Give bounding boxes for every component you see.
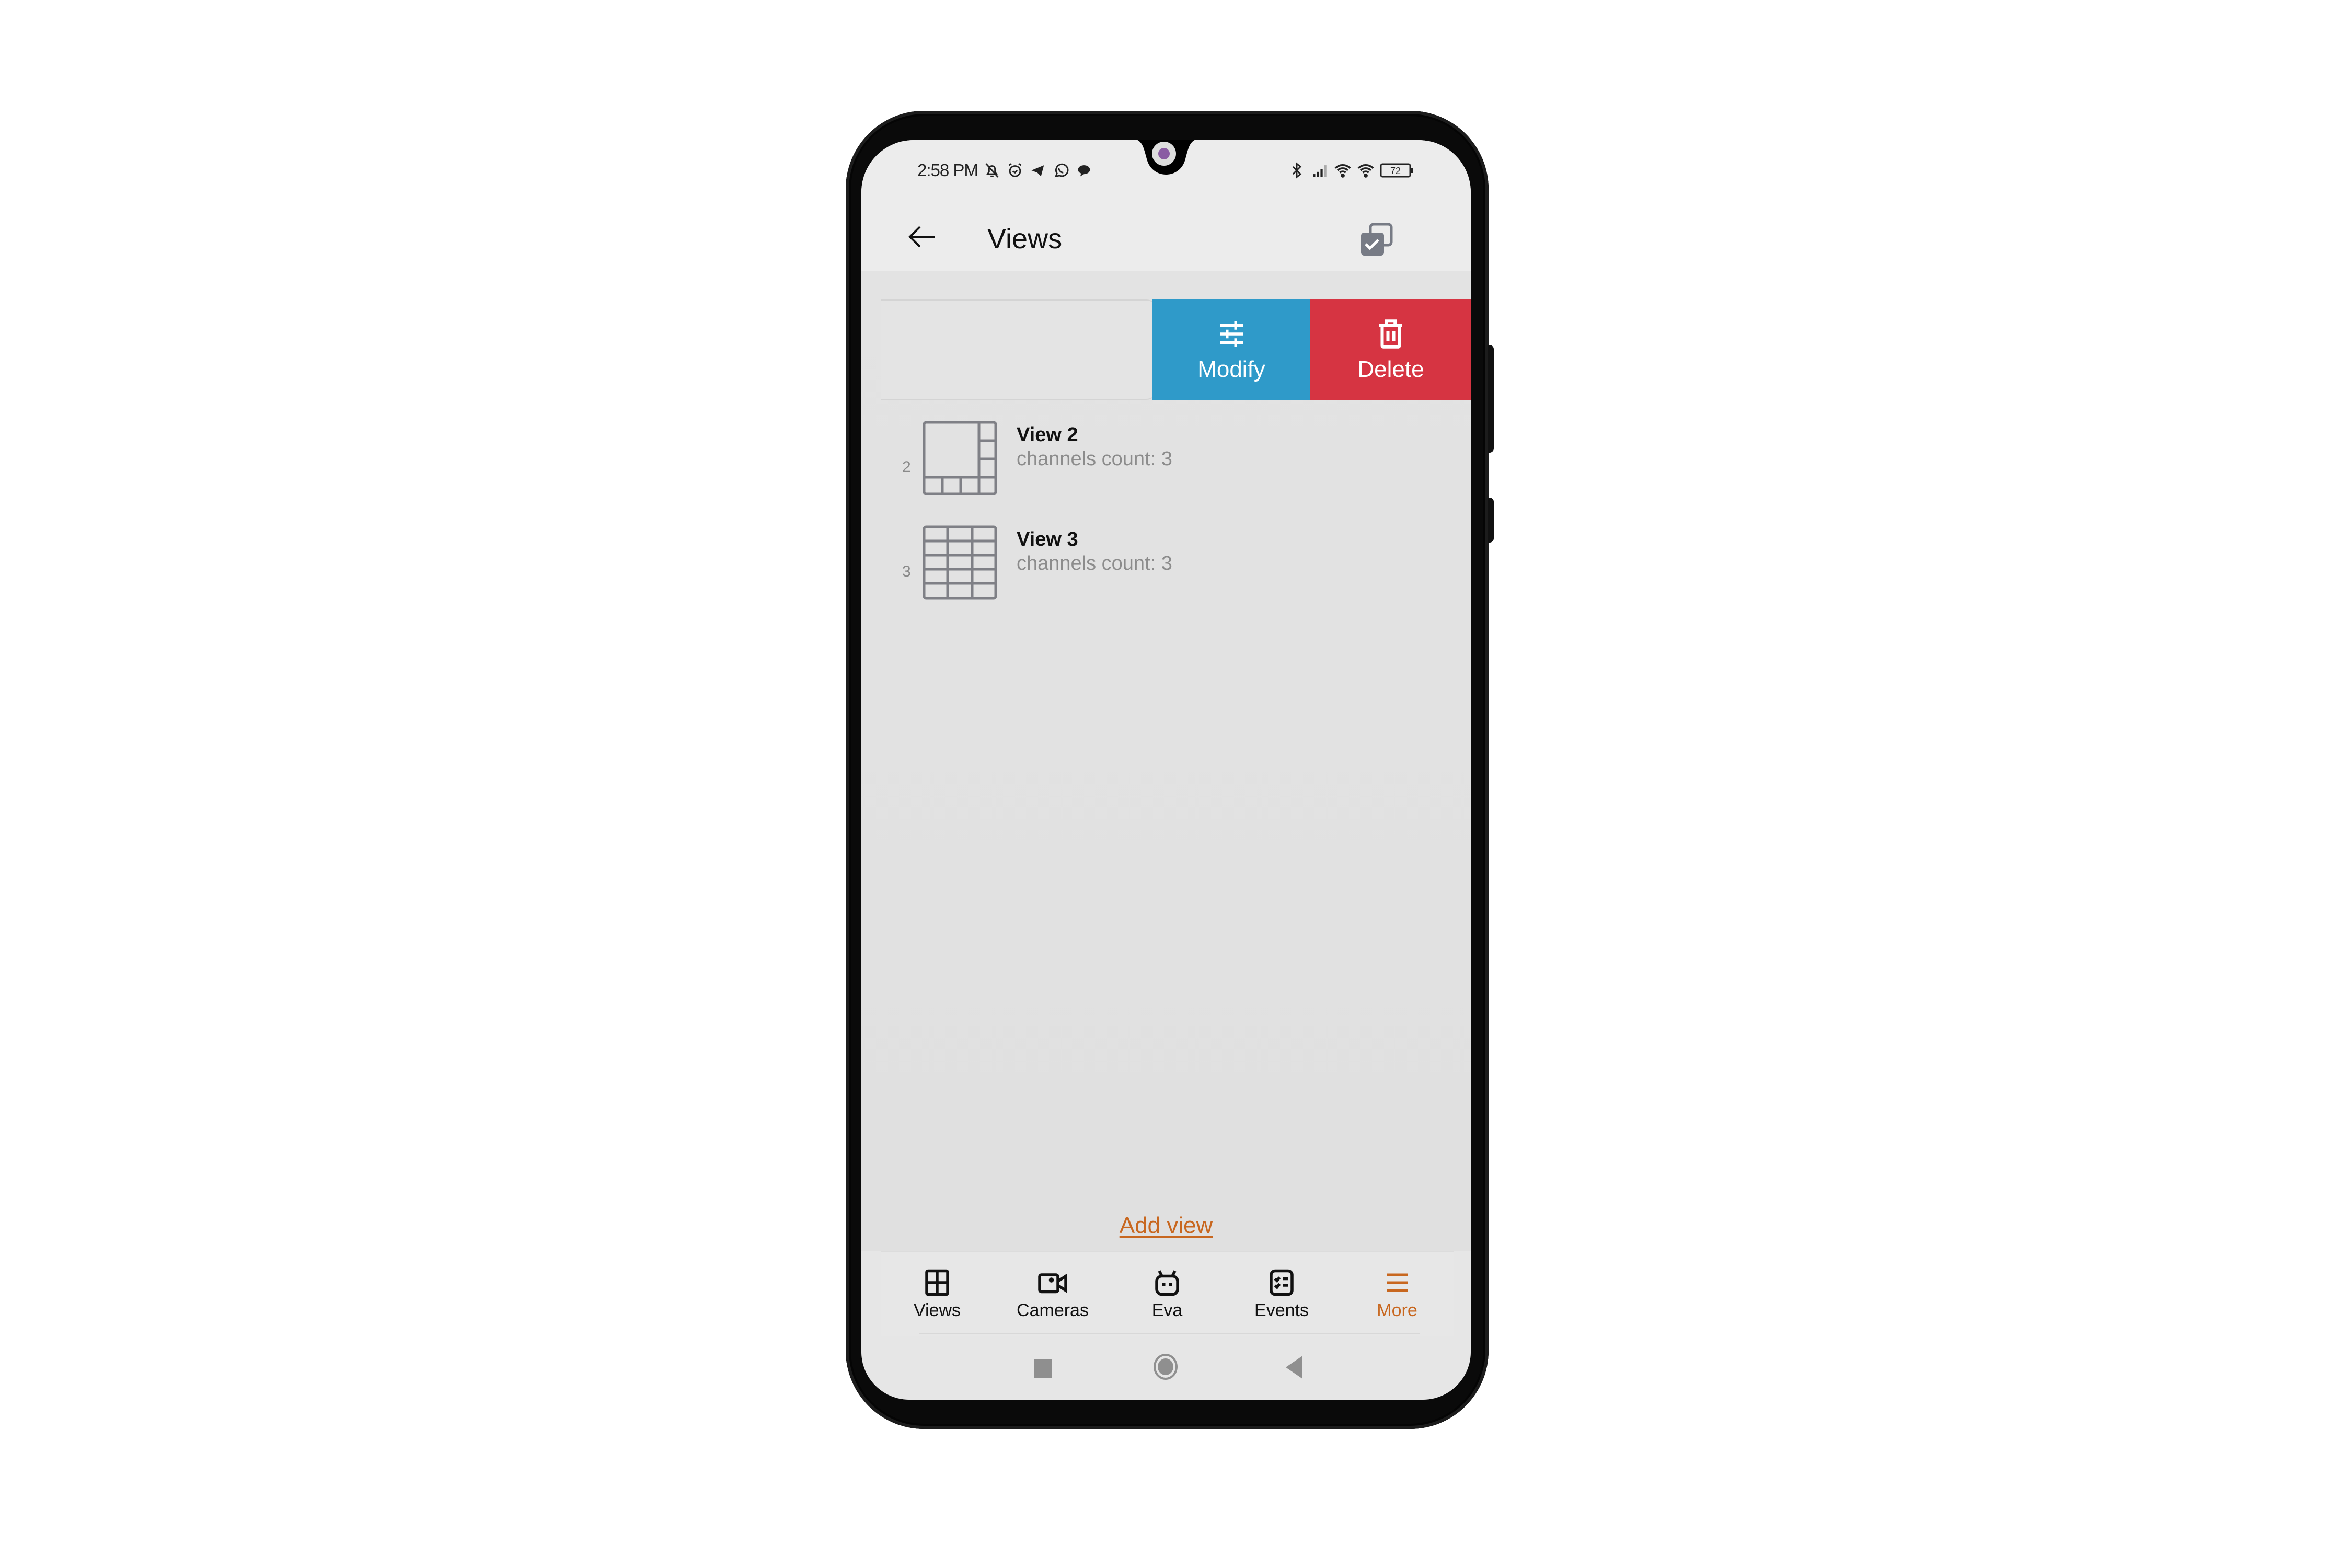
phone-screen: 2:58 PM 72 Views Modify Delete 2 View 2 … [861, 140, 1471, 1400]
layout-1-big-7-small-icon [923, 421, 997, 495]
recents-button[interactable] [1034, 1359, 1052, 1378]
delete-label: Delete [1357, 356, 1424, 382]
select-all-icon[interactable] [1358, 221, 1396, 259]
volume-button [1488, 345, 1494, 453]
list-item-foreground[interactable] [881, 299, 1158, 400]
status-time: 2:58 PM [917, 160, 978, 180]
signal-icon [1313, 165, 1327, 177]
nav-label: Events [1254, 1300, 1309, 1320]
back-button[interactable] [1286, 1356, 1302, 1379]
nav-label: Eva [1151, 1300, 1183, 1320]
nav-item-eva[interactable]: Eva [1115, 1252, 1219, 1336]
app-bar: Views [861, 203, 1471, 271]
divider [919, 1333, 1420, 1334]
list-item-index: 3 [902, 563, 911, 580]
checklist-icon [1270, 1269, 1294, 1296]
battery-icon: 72 [1380, 163, 1413, 178]
views-list: Modify Delete 2 View 2 channels count: 3… [861, 271, 1471, 1251]
arrow-left-icon[interactable] [907, 224, 937, 250]
nav-item-cameras[interactable]: Cameras [1000, 1252, 1105, 1336]
bottom-nav: Views Cameras Eva Events More [881, 1251, 1454, 1336]
trash-icon [1379, 319, 1402, 349]
list-item[interactable]: 3 View 3 channels count: 3 [861, 525, 1471, 625]
telegram-icon [1031, 165, 1044, 177]
delete-button[interactable]: Delete [1310, 299, 1471, 400]
front-camera [1152, 142, 1176, 166]
grid-icon [925, 1269, 949, 1296]
home-button[interactable] [1154, 1354, 1178, 1380]
status-bar: 2:58 PM 72 [861, 140, 1471, 203]
menu-icon [1387, 1273, 1408, 1292]
nav-item-more[interactable]: More [1345, 1252, 1449, 1336]
status-right: 72 [1288, 160, 1414, 181]
status-left: 2:58 PM [917, 160, 1093, 181]
list-item-title: View 2 [1017, 424, 1078, 446]
add-view-link[interactable]: Add view [861, 1213, 1471, 1239]
video-camera-icon [1038, 1273, 1067, 1294]
bluetooth-icon [1292, 162, 1302, 179]
list-item-title: View 3 [1017, 528, 1078, 550]
page-title: Views [987, 223, 1063, 255]
robot-icon [1155, 1270, 1179, 1296]
swiped-list-item[interactable]: Modify Delete [881, 299, 1471, 400]
list-item-subtitle: channels count: 3 [1017, 552, 1172, 574]
nav-label: Views [913, 1300, 961, 1320]
list-item[interactable]: 2 View 2 channels count: 3 [861, 421, 1471, 520]
nav-label: Cameras [1017, 1300, 1089, 1320]
system-nav-bar [861, 1337, 1471, 1400]
layout-3x5-grid-icon [923, 525, 997, 600]
modify-button[interactable]: Modify [1152, 299, 1310, 400]
wifi-icon [1357, 164, 1374, 178]
modify-label: Modify [1197, 356, 1265, 382]
whatsapp-icon [1054, 163, 1069, 178]
alarm-icon [1008, 163, 1022, 177]
nav-item-views[interactable]: Views [885, 1252, 989, 1336]
nav-label: More [1377, 1300, 1417, 1320]
list-item-index: 2 [902, 458, 911, 476]
message-icon [1078, 165, 1090, 177]
sliders-icon [1220, 321, 1243, 347]
wifi-link-icon [1334, 164, 1351, 178]
list-item-subtitle: channels count: 3 [1017, 448, 1172, 470]
nav-item-events[interactable]: Events [1229, 1252, 1334, 1336]
bell-off-icon [985, 163, 999, 178]
battery-level: 72 [1390, 166, 1401, 176]
power-button [1488, 498, 1494, 543]
